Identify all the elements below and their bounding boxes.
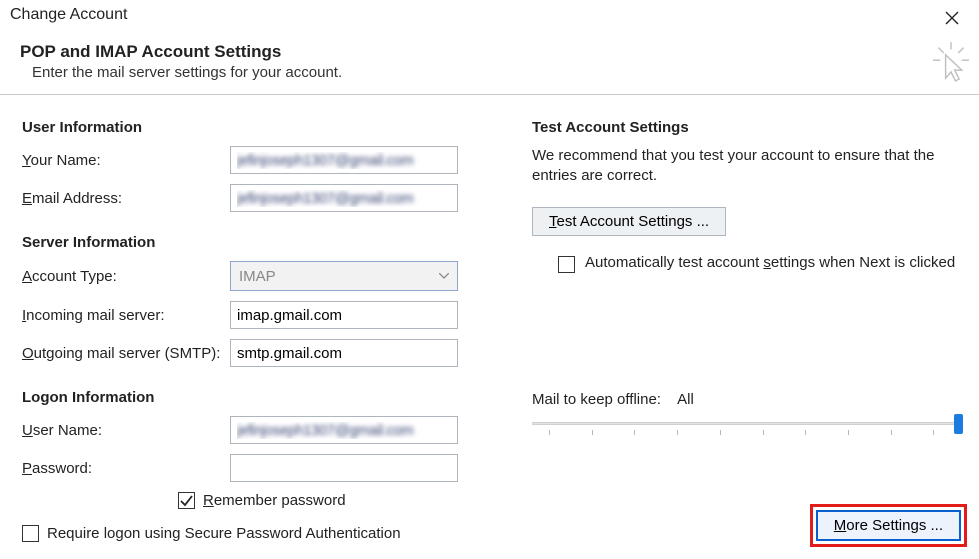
mail-keep-value: All (677, 391, 694, 408)
spa-checkbox[interactable] (22, 525, 39, 542)
remember-password-checkbox[interactable] (178, 492, 195, 509)
cursor-click-icon (933, 42, 969, 82)
auto-test-checkbox[interactable] (558, 256, 575, 273)
check-icon (180, 494, 193, 507)
username-input[interactable] (230, 416, 458, 444)
close-icon (945, 11, 959, 25)
close-button[interactable] (935, 6, 969, 30)
account-type-value: IMAP (239, 268, 276, 285)
your-name-input[interactable] (230, 146, 458, 174)
mail-keep-label: Mail to keep offline: (532, 391, 661, 408)
server-info-heading: Server Information (22, 234, 462, 251)
email-label: Email Address: (22, 190, 230, 207)
slider-track (532, 422, 957, 425)
page-title: POP and IMAP Account Settings (20, 42, 342, 62)
window-title: Change Account (10, 6, 127, 24)
account-type-select: IMAP (230, 261, 458, 291)
test-settings-desc: We recommend that you test your account … (532, 146, 959, 187)
more-settings-highlight: More Settings ... (810, 504, 967, 547)
username-label: User Name: (22, 422, 230, 439)
account-type-label: Account Type: (22, 268, 230, 285)
user-info-heading: User Information (22, 119, 462, 136)
outgoing-server-label: Outgoing mail server (SMTP): (22, 345, 230, 362)
spa-label: Require logon using Secure Password Auth… (47, 525, 401, 542)
remember-password-label: Remember password (203, 492, 346, 509)
auto-test-label: Automatically test account settings when… (585, 254, 955, 271)
password-input[interactable] (230, 454, 458, 482)
outgoing-server-input[interactable] (230, 339, 458, 367)
test-account-settings-button[interactable]: Test Account Settings ... (532, 207, 726, 236)
chevron-down-icon (431, 262, 457, 290)
incoming-server-label: Incoming mail server: (22, 307, 230, 324)
logon-info-heading: Logon Information (22, 389, 462, 406)
page-subtitle: Enter the mail server settings for your … (20, 64, 342, 81)
incoming-server-input[interactable] (230, 301, 458, 329)
mail-keep-slider[interactable] (532, 414, 959, 444)
your-name-label: Your Name: (22, 152, 230, 169)
email-input[interactable] (230, 184, 458, 212)
password-label: Password: (22, 460, 230, 477)
test-settings-heading: Test Account Settings (532, 119, 959, 136)
more-settings-button[interactable]: More Settings ... (816, 510, 961, 541)
slider-thumb[interactable] (954, 414, 963, 434)
